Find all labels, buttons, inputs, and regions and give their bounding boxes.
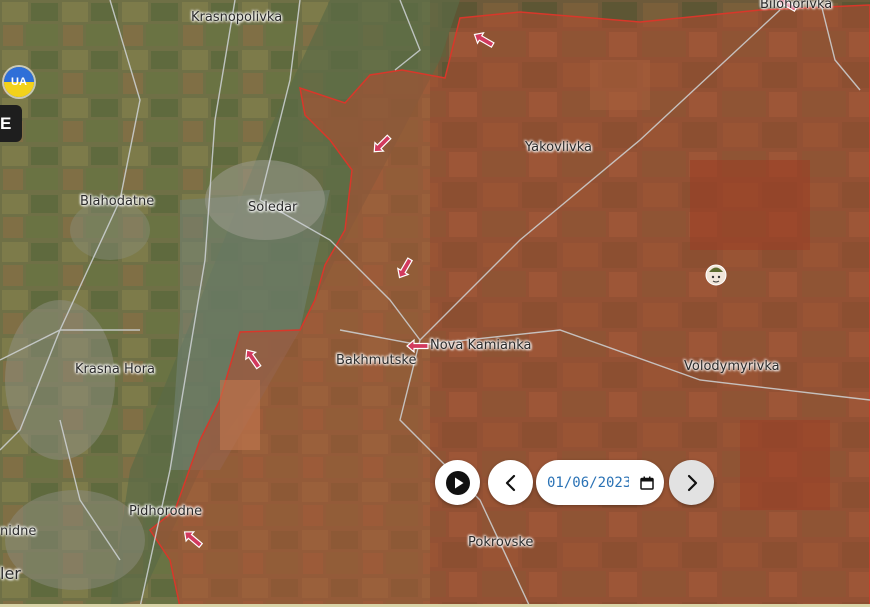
label-soledar: Soledar [248, 200, 298, 215]
date-input[interactable] [545, 473, 631, 492]
play-icon [445, 470, 470, 495]
side-panel-label: E [0, 113, 12, 133]
field [740, 420, 830, 510]
soldier-marker-icon[interactable] [705, 264, 727, 286]
label-krasna-hora: Krasna Hora [75, 362, 155, 377]
label-bakhmutske: Bakhmutske [336, 353, 417, 368]
label-yakovlivka: Yakovlivka [525, 140, 593, 155]
chevron-left-icon [505, 474, 515, 491]
chevron-right-icon [687, 474, 697, 491]
label-bilohorivka: Bilohorivka [760, 0, 833, 12]
calendar-icon[interactable] [640, 476, 654, 490]
field [690, 160, 810, 250]
play-button[interactable] [435, 460, 480, 505]
side-panel-toggle[interactable]: E [0, 105, 22, 142]
krasna-hora-built-area [5, 300, 115, 460]
next-date-button[interactable] [669, 460, 714, 505]
ua-badge-label: UA [11, 76, 27, 88]
ua-flag-badge[interactable]: UA [4, 67, 34, 97]
field [590, 60, 650, 110]
field [220, 380, 260, 450]
label-blahodatne: Blahodatne [80, 194, 155, 209]
date-picker[interactable] [536, 460, 664, 505]
label-edge-nidne: nidne [0, 524, 37, 539]
blahodatne-built-area [70, 200, 150, 260]
label-edge-ler: ler [0, 564, 21, 583]
pidhorodne-built-area [5, 490, 145, 590]
label-krasnopolivka: Krasnopolivka [191, 10, 283, 25]
previous-date-button[interactable] [488, 460, 533, 505]
label-nova-kamianka: Nova Kamianka [430, 338, 532, 353]
label-volodymyrivka: Volodymyrivka [684, 359, 780, 374]
label-pidhorodne: Pidhorodne [129, 504, 203, 519]
label-pokrovske: Pokrovske [468, 535, 534, 550]
